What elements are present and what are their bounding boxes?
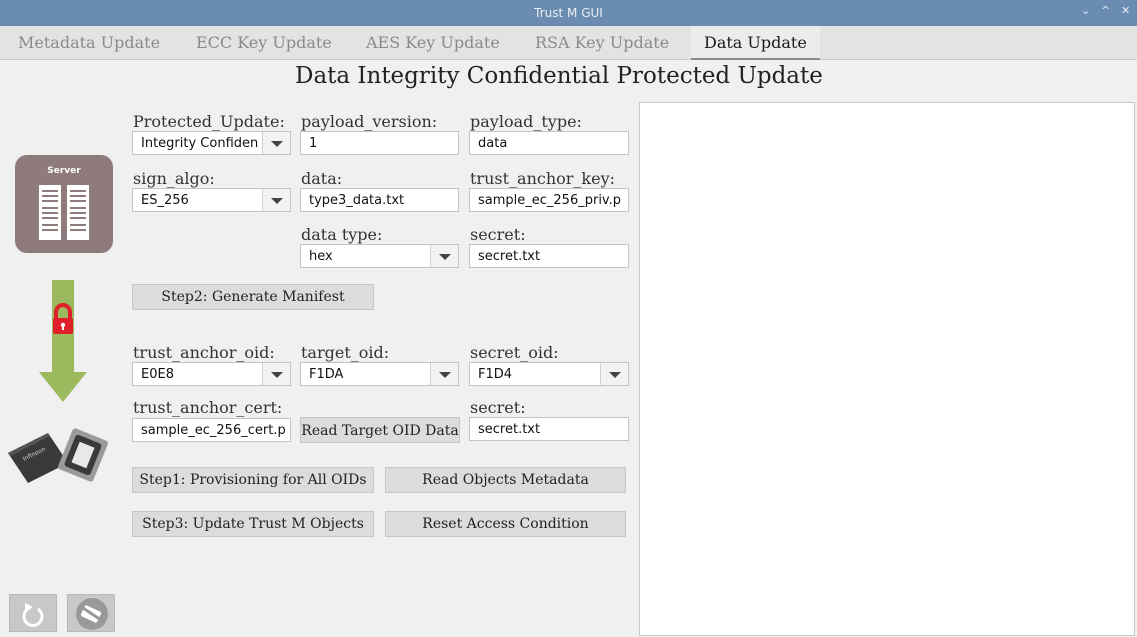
window-title: Trust M GUI <box>534 6 603 20</box>
chevron-down-icon[interactable] <box>430 245 458 267</box>
chevron-down-icon[interactable] <box>262 363 290 385</box>
target-oid-value: F1DA <box>309 367 344 382</box>
protected-update-value: Integrity Confiden <box>141 136 259 151</box>
secret2-label: secret: <box>470 398 526 417</box>
window-titlebar: Trust M GUI ⌄ ^ ✕ <box>0 0 1137 26</box>
page-title: Data Integrity Confidential Protected Up… <box>295 63 823 89</box>
sign-algo-label: sign_algo: <box>133 169 215 188</box>
minimize-icon[interactable]: ⌄ <box>1081 4 1090 17</box>
chevron-down-icon[interactable] <box>262 189 290 211</box>
provisioning-button[interactable]: Step1: Provisioning for All OIDs <box>132 467 374 493</box>
tab-aes-key-update[interactable]: AES Key Update <box>366 33 500 52</box>
sign-algo-value: ES_256 <box>141 193 189 208</box>
reset-access-button[interactable]: Reset Access Condition <box>385 511 626 537</box>
tab-data-update[interactable]: Data Update <box>691 26 820 60</box>
sign-algo-select[interactable]: ES_256 <box>132 188 291 212</box>
tab-rsa-key-update[interactable]: RSA Key Update <box>535 33 669 52</box>
tab-ecc-key-update[interactable]: ECC Key Update <box>196 33 332 52</box>
payload-type-field[interactable]: data <box>469 131 629 155</box>
secret-oid-select[interactable]: F1D4 <box>469 362 629 386</box>
payload-type-label: payload_type: <box>470 112 582 131</box>
payload-version-field[interactable]: 1 <box>300 131 459 155</box>
trust-anchor-cert-field[interactable]: sample_ec_256_cert.p <box>132 418 291 442</box>
chevron-down-icon[interactable] <box>430 363 458 385</box>
close-icon[interactable]: ✕ <box>1121 4 1130 17</box>
back-button[interactable] <box>9 594 57 632</box>
chevron-down-icon[interactable] <box>262 132 290 154</box>
data-label: data: <box>301 169 343 188</box>
secure-transfer-arrow-icon <box>39 280 87 402</box>
output-textarea[interactable] <box>639 102 1135 636</box>
trust-anchor-key-field[interactable]: sample_ec_256_priv.p <box>469 188 629 212</box>
maximize-icon[interactable]: ^ <box>1101 4 1110 17</box>
data-field[interactable]: type3_data.txt <box>300 188 459 212</box>
secret-label: secret: <box>470 225 526 244</box>
target-oid-label: target_oid: <box>301 343 390 362</box>
tab-metadata-update[interactable]: Metadata Update <box>18 33 160 52</box>
server-icon: Server <box>15 155 113 253</box>
data-type-value: hex <box>309 249 333 264</box>
generate-manifest-button[interactable]: Step2: Generate Manifest <box>132 284 374 310</box>
secret-field[interactable]: secret.txt <box>469 244 629 268</box>
trust-anchor-oid-value: E0E8 <box>141 367 174 382</box>
payload-version-label: payload_version: <box>301 112 438 131</box>
update-objects-button[interactable]: Step3: Update Trust M Objects <box>132 511 374 537</box>
secret2-field[interactable]: secret.txt <box>469 417 629 441</box>
protected-update-label: Protected_Update: <box>133 112 285 131</box>
exit-button[interactable] <box>67 594 115 632</box>
trust-anchor-key-label: trust_anchor_key: <box>470 169 616 188</box>
data-type-select[interactable]: hex <box>300 244 459 268</box>
refresh-icon <box>22 603 44 627</box>
read-metadata-button[interactable]: Read Objects Metadata <box>385 467 626 493</box>
read-target-oid-button[interactable]: Read Target OID Data <box>300 417 460 443</box>
trust-anchor-cert-label: trust_anchor_cert: <box>133 398 283 417</box>
tab-bar: Metadata Update ECC Key Update AES Key U… <box>0 26 1137 60</box>
chevron-down-icon[interactable] <box>600 363 628 385</box>
trust-m-exit-icon <box>76 598 108 630</box>
trust-m-chip-icon: Infineon <box>8 428 108 483</box>
secret-oid-label: secret_oid: <box>470 343 559 362</box>
trust-anchor-oid-label: trust_anchor_oid: <box>133 343 275 362</box>
protected-update-select[interactable]: Integrity Confiden <box>132 131 291 155</box>
data-type-label: data type: <box>301 225 383 244</box>
secret-oid-value: F1D4 <box>478 367 513 382</box>
target-oid-select[interactable]: F1DA <box>300 362 459 386</box>
trust-anchor-oid-select[interactable]: E0E8 <box>132 362 291 386</box>
